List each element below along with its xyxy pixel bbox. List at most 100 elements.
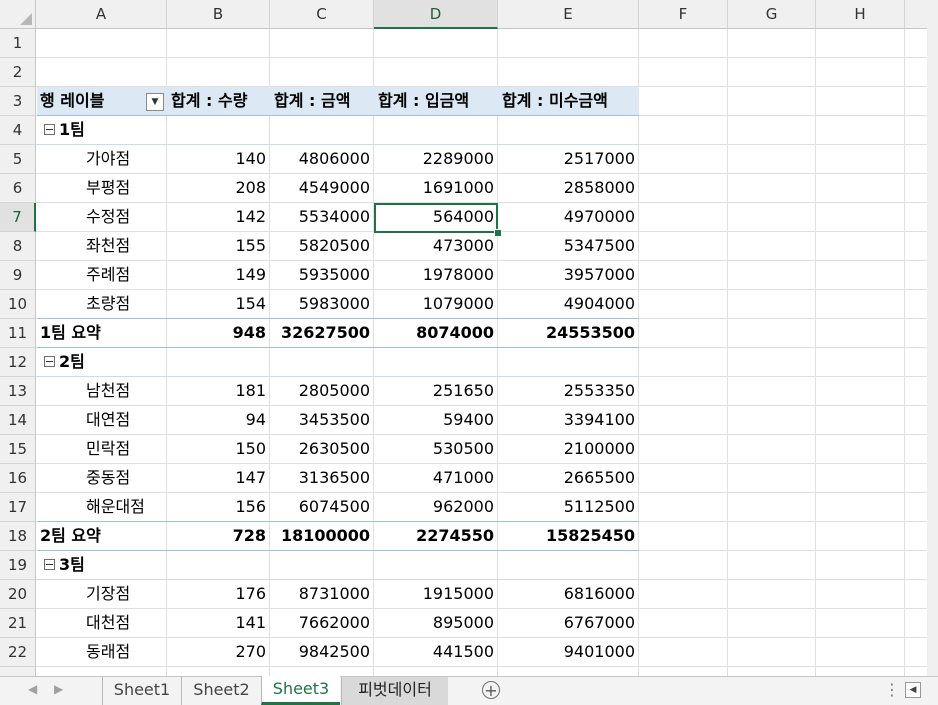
triangle-left-icon[interactable]: ◀	[905, 682, 921, 698]
amount-cell[interactable]: 3453500	[270, 405, 374, 434]
column-header-h[interactable]: H	[816, 0, 905, 29]
row-label[interactable]: 동래점	[86, 637, 130, 666]
qty-cell[interactable]: 141	[167, 608, 270, 637]
row-header[interactable]: 21	[0, 609, 36, 638]
tab-sheet3[interactable]: Sheet3	[261, 676, 340, 705]
column-header-d[interactable]: D	[374, 0, 498, 29]
qty-cell[interactable]: 270	[167, 637, 270, 666]
row-header[interactable]: 22	[0, 638, 36, 667]
row-header[interactable]: 3	[0, 87, 36, 116]
row-label[interactable]: 초량점	[86, 289, 130, 318]
qty-cell[interactable]: 156	[167, 492, 270, 521]
paid-cell[interactable]: 471000	[374, 463, 498, 492]
unpaid-cell[interactable]: 4904000	[498, 289, 639, 318]
paid-cell[interactable]: 441500	[374, 637, 498, 666]
amount-cell[interactable]: 5935000	[270, 260, 374, 289]
collapse-minus-icon[interactable]	[44, 559, 55, 570]
unpaid-cell[interactable]: 6816000	[498, 579, 639, 608]
collapse-minus-icon[interactable]	[44, 356, 55, 367]
summary-paid[interactable]: 8074000	[374, 318, 498, 347]
paid-cell[interactable]: 473000	[374, 231, 498, 260]
tab-pivot-data[interactable]: 피벗데이터	[341, 677, 448, 705]
column-header-g[interactable]: G	[728, 0, 816, 29]
amount-cell[interactable]: 5820500	[270, 231, 374, 260]
row-label[interactable]: 남천점	[86, 376, 130, 405]
qty-cell[interactable]: 176	[167, 579, 270, 608]
filter-dropdown-icon[interactable]: ▼	[146, 93, 164, 111]
row-label[interactable]: 대천점	[86, 608, 130, 637]
row-label[interactable]: 주례점	[86, 260, 130, 289]
row-header[interactable]: 13	[0, 377, 36, 406]
row-header[interactable]: 17	[0, 493, 36, 522]
tab-sheet2[interactable]: Sheet2	[181, 677, 261, 705]
row-label[interactable]: 가야점	[86, 144, 130, 173]
unpaid-cell[interactable]: 9401000	[498, 637, 639, 666]
amount-cell[interactable]: 8731000	[270, 579, 374, 608]
row-header[interactable]: 5	[0, 145, 36, 174]
pivot-group-header[interactable]: 2팀	[44, 347, 85, 376]
row-header[interactable]: 19	[0, 551, 36, 580]
row-label[interactable]: 대연점	[86, 405, 130, 434]
vertical-dots-icon[interactable]: ⋮	[884, 680, 900, 699]
summary-unpaid[interactable]: 15825450	[498, 521, 639, 550]
qty-cell[interactable]: 94	[167, 405, 270, 434]
row-header[interactable]: 2	[0, 58, 36, 87]
fill-handle[interactable]	[494, 229, 502, 237]
summary-amount[interactable]: 32627500	[270, 318, 374, 347]
row-header[interactable]: 14	[0, 406, 36, 435]
column-header-c[interactable]: C	[270, 0, 374, 29]
pivot-group-header[interactable]: 3팀	[44, 550, 85, 579]
paid-cell[interactable]: 1079000	[374, 289, 498, 318]
unpaid-cell[interactable]: 2517000	[498, 144, 639, 173]
row-header[interactable]: 15	[0, 435, 36, 464]
amount-cell[interactable]: 5534000	[270, 202, 374, 231]
row-header[interactable]: 9	[0, 261, 36, 290]
qty-cell[interactable]: 208	[167, 173, 270, 202]
row-label[interactable]: 부평점	[86, 173, 130, 202]
qty-cell[interactable]: 150	[167, 434, 270, 463]
row-label[interactable]: 기장점	[86, 579, 130, 608]
amount-cell[interactable]: 7662000	[270, 608, 374, 637]
qty-cell[interactable]: 142	[167, 202, 270, 231]
amount-cell[interactable]: 9842500	[270, 637, 374, 666]
unpaid-cell[interactable]: 3957000	[498, 260, 639, 289]
unpaid-cell[interactable]: 4970000	[498, 202, 639, 231]
tab-scroll-left-icon[interactable]: ◀	[28, 682, 37, 696]
amount-cell[interactable]: 2630500	[270, 434, 374, 463]
unpaid-cell[interactable]: 2100000	[498, 434, 639, 463]
row-header[interactable]: 16	[0, 464, 36, 493]
tab-sheet1[interactable]: Sheet1	[102, 677, 181, 705]
row-label[interactable]: 좌천점	[86, 231, 130, 260]
amount-cell[interactable]: 5983000	[270, 289, 374, 318]
summary-qty[interactable]: 948	[167, 318, 270, 347]
summary-unpaid[interactable]: 24553500	[498, 318, 639, 347]
row-label[interactable]: 수정점	[86, 202, 130, 231]
amount-cell[interactable]: 3136500	[270, 463, 374, 492]
row-header[interactable]: 20	[0, 580, 36, 609]
qty-cell[interactable]: 140	[167, 144, 270, 173]
row-header[interactable]: 7	[0, 203, 36, 232]
qty-cell[interactable]: 181	[167, 376, 270, 405]
column-header-e[interactable]: E	[498, 0, 639, 29]
row-label[interactable]: 해운대점	[86, 492, 145, 521]
paid-cell[interactable]: 962000	[374, 492, 498, 521]
qty-cell[interactable]: 147	[167, 463, 270, 492]
vertical-scrollbar[interactable]	[927, 0, 938, 676]
paid-cell[interactable]: 251650	[374, 376, 498, 405]
summary-paid[interactable]: 2274550	[374, 521, 498, 550]
unpaid-cell[interactable]: 5112500	[498, 492, 639, 521]
row-label[interactable]: 중동점	[86, 463, 130, 492]
summary-label[interactable]: 2팀 요약	[40, 521, 101, 550]
unpaid-cell[interactable]: 2665500	[498, 463, 639, 492]
plus-circle-icon[interactable]: +	[482, 681, 500, 699]
spreadsheet-grid[interactable]: A B C D E F G H 1 2 3 4 5 6 7 8 9 10 11 …	[0, 0, 938, 676]
unpaid-cell[interactable]: 2858000	[498, 173, 639, 202]
row-header[interactable]: 18	[0, 522, 36, 551]
pivot-group-header[interactable]: 1팀	[44, 115, 85, 144]
column-header-a[interactable]: A	[36, 0, 167, 29]
unpaid-cell[interactable]: 3394100	[498, 405, 639, 434]
tab-scroll-right-icon[interactable]: ▶	[54, 682, 63, 696]
row-header[interactable]	[0, 667, 36, 676]
column-header-f[interactable]: F	[639, 0, 728, 29]
amount-cell[interactable]: 4806000	[270, 144, 374, 173]
